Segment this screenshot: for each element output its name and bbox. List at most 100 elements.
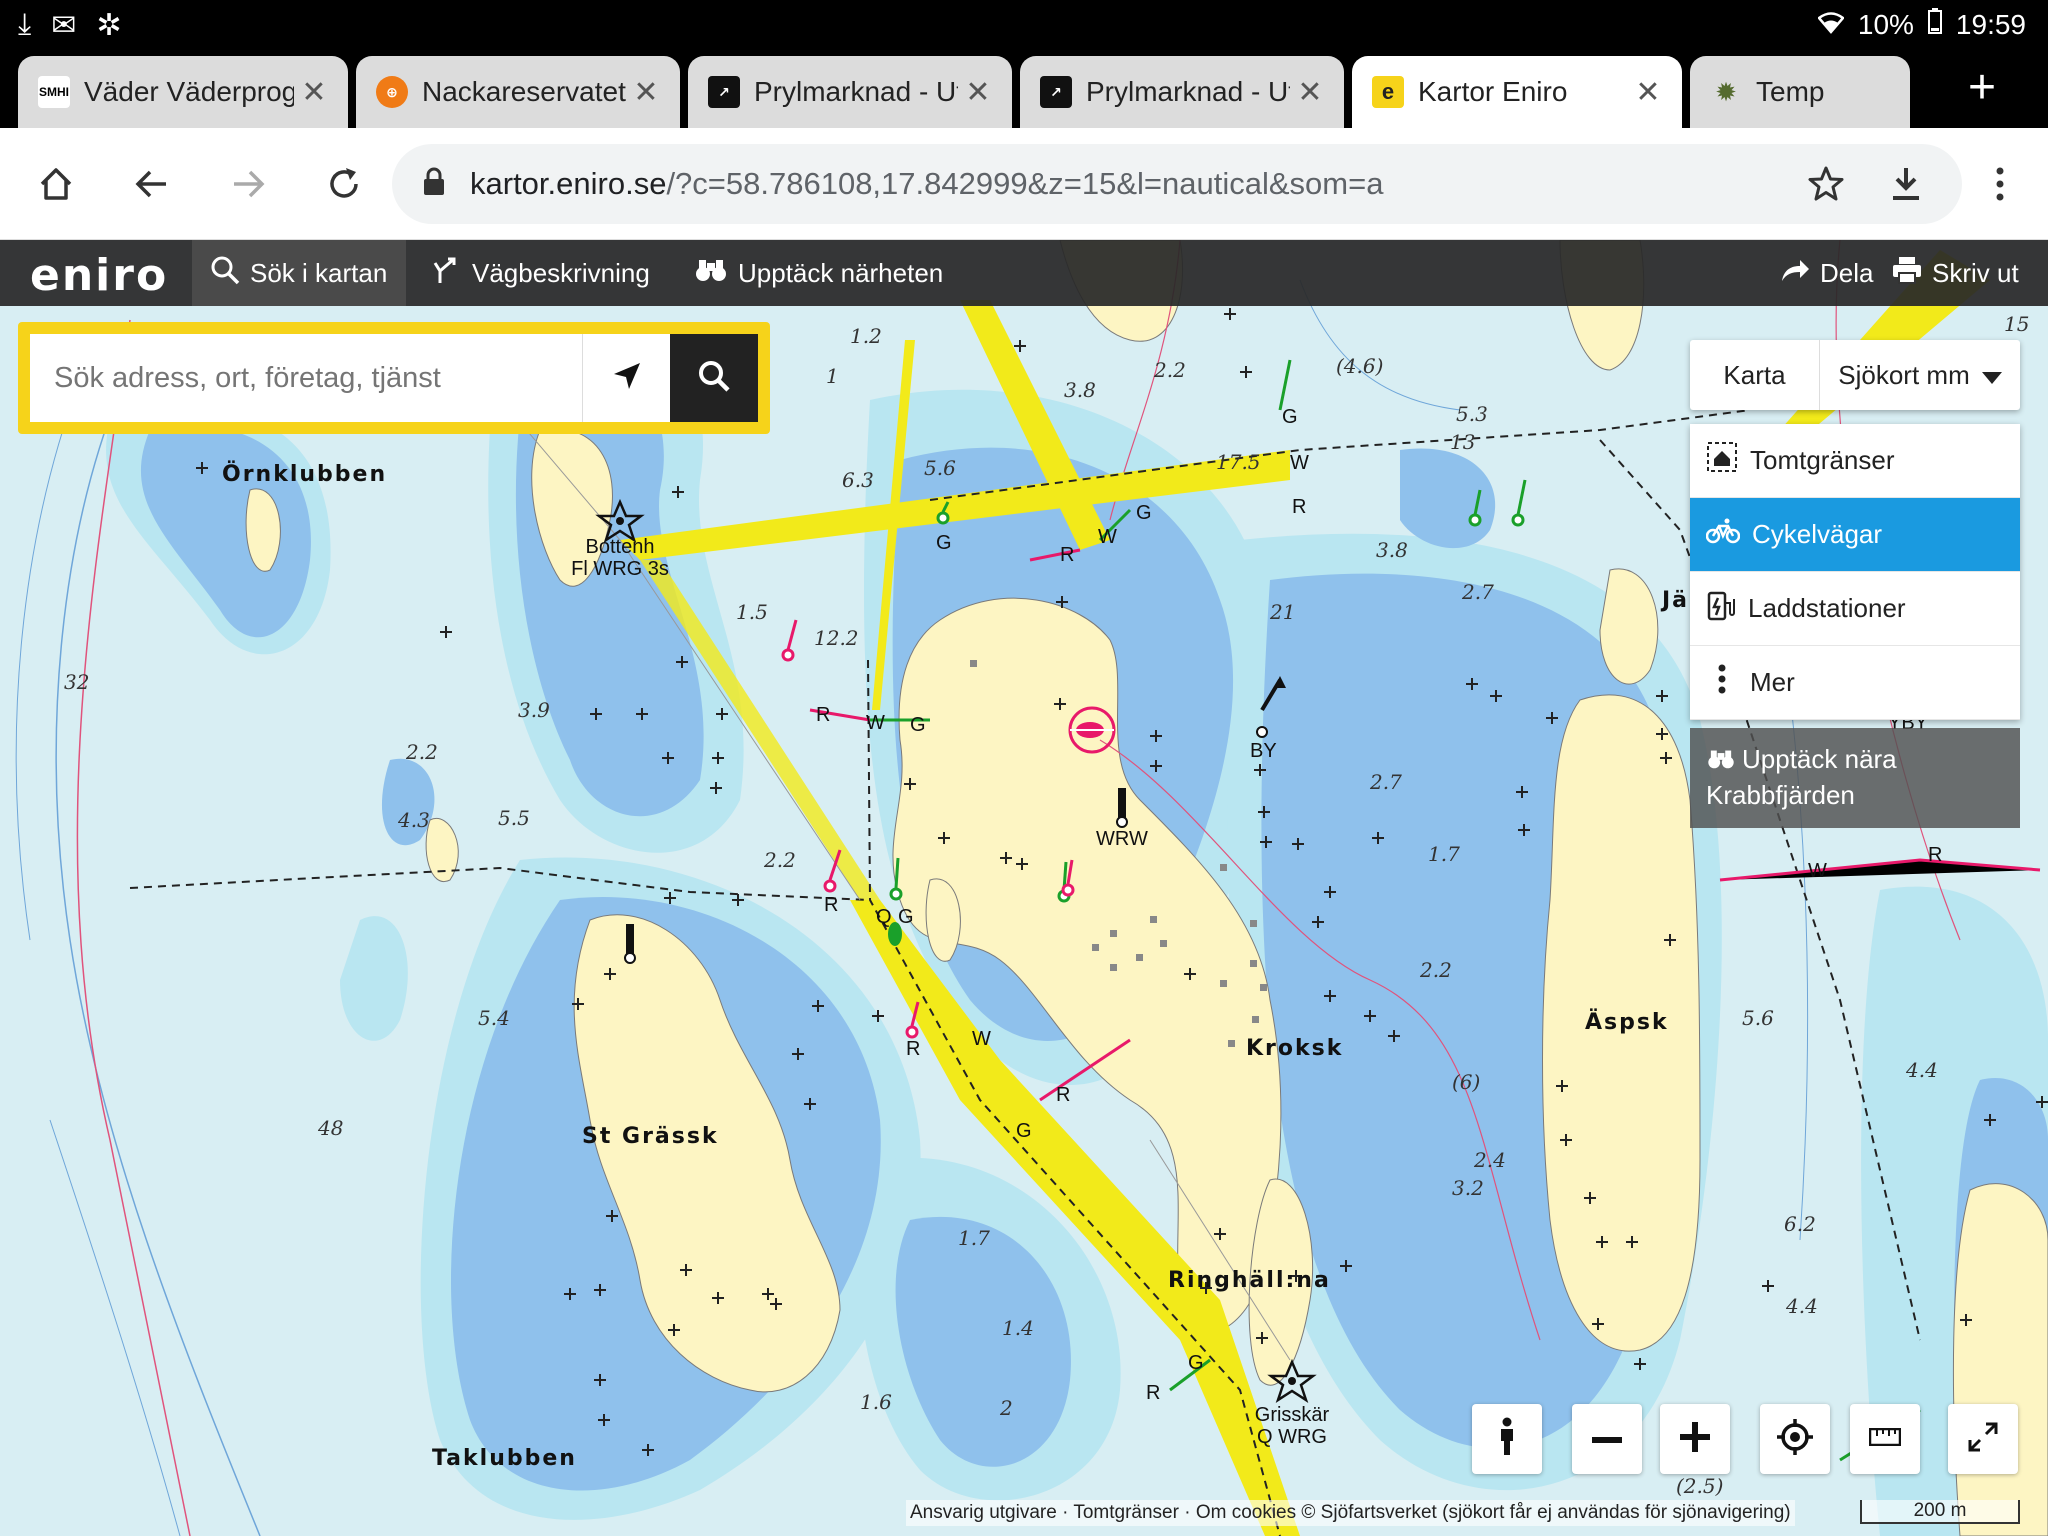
map-attribution[interactable]: Ansvarig utgivare · Tomtgränser · Om coo… <box>906 1500 1795 1526</box>
sector-letter: W <box>866 712 885 734</box>
nav-discover-label: Upptäck närheten <box>738 257 944 288</box>
measure-button[interactable] <box>1850 1404 1920 1474</box>
depth-label: 3.9 <box>518 698 550 722</box>
back-arrow-icon[interactable] <box>122 154 182 214</box>
close-tab-icon[interactable]: ✕ <box>1628 75 1668 110</box>
download-page-icon[interactable] <box>1876 154 1936 214</box>
depth-label: 2.2 <box>406 740 438 764</box>
tab-kartor-eniro[interactable]: e Kartor Eniro ✕ <box>1352 56 1682 128</box>
layer-sjokort-dropdown[interactable]: Sjökort mm <box>1820 340 2020 410</box>
zoom-in-button[interactable] <box>1660 1404 1730 1474</box>
close-tab-icon[interactable]: ✕ <box>958 75 998 110</box>
street-view-button[interactable] <box>1472 1404 1542 1474</box>
overlay-cykelvagar[interactable]: Cykelvägar <box>1690 498 2020 572</box>
my-location-button[interactable] <box>582 334 670 422</box>
eniro-logo[interactable]: eniro <box>30 250 168 301</box>
depth-label: 13 <box>1450 430 1476 454</box>
depth-label: 17.5 <box>1216 450 1261 474</box>
depth-label: 2.7 <box>1370 770 1402 794</box>
sector-letter: W <box>972 1028 991 1050</box>
person-icon <box>1495 1417 1519 1462</box>
place-label: Kroksk <box>1246 1036 1344 1061</box>
zoom-out-button[interactable] <box>1572 1404 1642 1474</box>
eniro-favicon-icon: e <box>1372 76 1404 108</box>
clock: 19:59 <box>1955 8 2026 40</box>
crosshair-icon <box>1777 1418 1813 1460</box>
battery-icon <box>1927 8 1942 41</box>
utsidan-favicon-icon: ↗ <box>1040 76 1072 108</box>
plus-icon <box>1680 1421 1710 1457</box>
tab-temp[interactable]: ✹ Temp <box>1690 56 1910 128</box>
layer-karta-button[interactable]: Karta <box>1690 340 1820 410</box>
eniro-navbar: eniro Sök i kartan Vägbeskrivning Upptäc… <box>0 240 2048 306</box>
place-label: Ringhäll:na <box>1168 1268 1331 1293</box>
depth-label: 1.6 <box>860 1390 892 1414</box>
address-bar[interactable]: kartor.eniro.se/?c=58.786108,17.842999&z… <box>392 144 1962 224</box>
binoculars-icon <box>694 257 728 290</box>
url-host: kartor.eniro.se <box>470 166 667 201</box>
overlay-mer[interactable]: Mer <box>1690 646 2020 720</box>
depth-label: (6) <box>1452 1070 1481 1094</box>
close-tab-icon[interactable]: ✕ <box>626 75 666 110</box>
download-icon: ⤓ <box>18 8 32 41</box>
search-button[interactable] <box>670 334 758 422</box>
reload-icon[interactable] <box>314 154 374 214</box>
sector-letter: R <box>816 704 831 726</box>
sector-letter: G <box>910 714 926 736</box>
home-icon[interactable] <box>26 154 86 214</box>
depth-label: 3.8 <box>1376 538 1408 562</box>
depth-label: 1.7 <box>1428 842 1460 866</box>
nav-share[interactable]: Dela <box>1762 240 1891 306</box>
expand-icon <box>1967 1421 1999 1458</box>
sector-letter: G <box>1188 1352 1204 1374</box>
sector-letter: G <box>1136 502 1152 524</box>
gmail-icon: ✉ <box>51 9 77 42</box>
depth-label: 4.3 <box>398 808 430 832</box>
beacon-icon <box>1116 788 1128 828</box>
tab-prylmarknad-2[interactable]: ↗ Prylmarknad - Ut ✕ <box>1020 56 1344 128</box>
tab-smhi[interactable]: SMHI Väder Väderprog ✕ <box>18 56 348 128</box>
nav-directions[interactable]: Vägbeskrivning <box>414 240 668 306</box>
sector-letter: R <box>1146 1382 1161 1404</box>
tab-prylmarknad-1[interactable]: ↗ Prylmarknad - Ut ✕ <box>688 56 1012 128</box>
depth-label: 6.2 <box>1784 1212 1816 1236</box>
overlay-laddstationer[interactable]: Laddstationer <box>1690 572 2020 646</box>
tab-title: Prylmarknad - Ut <box>754 76 958 107</box>
overlay-tomtgranser[interactable]: Tomtgränser <box>1690 424 2020 498</box>
bicycle-icon <box>1705 518 1741 551</box>
discover-near-button[interactable]: Upptäck nära Krabbfjärden <box>1690 728 2020 828</box>
search-input[interactable] <box>30 334 582 422</box>
close-tab-icon[interactable]: ✕ <box>1290 75 1330 110</box>
depth-label: 1.2 <box>850 324 882 348</box>
sector-letter: G <box>1016 1120 1032 1142</box>
tab-nackareservatet[interactable]: ⊕ Nackareservatet ✕ <box>356 56 680 128</box>
locate-me-button[interactable] <box>1760 1404 1830 1474</box>
more-vertical-icon[interactable] <box>1970 154 2030 214</box>
nav-print[interactable]: Skriv ut <box>1874 240 2037 306</box>
fullscreen-button[interactable] <box>1948 1404 2018 1474</box>
sector-letter: R <box>1056 1084 1071 1106</box>
forward-arrow-icon[interactable] <box>218 154 278 214</box>
layer-switcher: Karta Sjökort mm <box>1690 340 2020 410</box>
light-label-bottenh: Bottenh Fl WRG 3s <box>571 536 669 580</box>
sector-letter: G <box>936 532 952 554</box>
beacon-label: WRW <box>1096 828 1148 850</box>
close-tab-icon[interactable]: ✕ <box>294 75 334 110</box>
share-arrow-icon <box>1780 257 1810 290</box>
depth-label: 2 <box>1000 1396 1013 1420</box>
overlay-menu: Tomtgränser Cykelvägar Laddstationer Mer <box>1690 424 2020 720</box>
nav-directions-label: Vägbeskrivning <box>472 257 650 288</box>
depth-label: 5.5 <box>498 806 530 830</box>
gear-favicon-icon: ✹ <box>1710 76 1742 108</box>
location-arrow-icon <box>612 361 642 396</box>
sector-letter: R <box>906 1038 921 1060</box>
depth-label: 3.2 <box>1452 1176 1484 1200</box>
url-text[interactable]: kartor.eniro.se/?c=58.786108,17.842999&z… <box>470 166 1383 202</box>
nav-search-map[interactable]: Sök i kartan <box>192 240 406 306</box>
nav-discover[interactable]: Upptäck närheten <box>676 240 961 306</box>
bookmark-star-icon[interactable] <box>1796 154 1856 214</box>
lock-icon[interactable] <box>422 167 462 202</box>
tab-title: Prylmarknad - Ut <box>1086 76 1290 107</box>
new-tab-icon[interactable]: + <box>1968 64 1996 112</box>
place-label: Taklubben <box>432 1446 577 1471</box>
